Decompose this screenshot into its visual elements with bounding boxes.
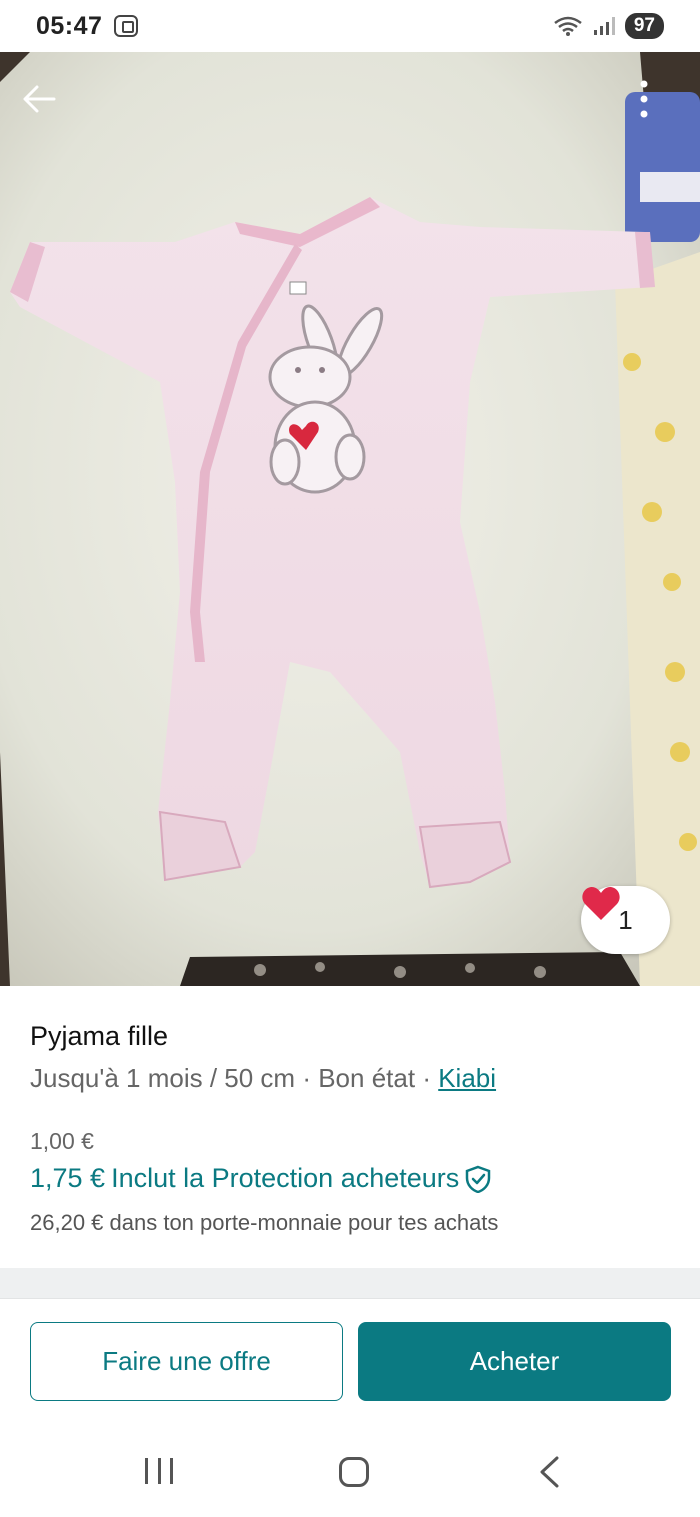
status-bar: 05:47 97 bbox=[0, 0, 700, 52]
battery-badge: 97 bbox=[624, 13, 664, 39]
section-divider bbox=[0, 1268, 700, 1298]
price-total-row[interactable]: 1,75 € Inclut la Protection acheteurs bbox=[30, 1163, 491, 1194]
wifi-icon bbox=[554, 16, 582, 36]
back-button[interactable] bbox=[22, 84, 62, 124]
signal-icon bbox=[593, 17, 615, 35]
item-details: Pyjama fille Jusqu'à 1 mois / 50 cm · Bo… bbox=[0, 986, 700, 1268]
nav-back-icon[interactable] bbox=[538, 1456, 560, 1488]
recent-apps-icon[interactable] bbox=[145, 1458, 173, 1484]
item-meta: Jusqu'à 1 mois / 50 cm · Bon état · Kiab… bbox=[30, 1063, 496, 1094]
shield-check-icon bbox=[466, 1165, 491, 1193]
more-options-button[interactable] bbox=[640, 80, 670, 124]
wallet-balance-text: 26,20 € dans ton porte-monnaie pour tes … bbox=[30, 1210, 499, 1235]
heart-icon bbox=[582, 887, 620, 920]
buy-button[interactable]: Acheter bbox=[358, 1322, 671, 1401]
system-nav-bar bbox=[0, 1420, 700, 1517]
product-photo-image bbox=[0, 52, 700, 986]
item-size: Jusqu'à 1 mois / 50 cm bbox=[30, 1063, 296, 1093]
meta-separator: · bbox=[422, 1063, 431, 1093]
like-button[interactable]: 1 bbox=[581, 886, 670, 954]
back-arrow-icon bbox=[23, 85, 56, 113]
status-right-group: 97 bbox=[553, 13, 664, 39]
buyer-protection-label: Inclut la Protection acheteurs bbox=[111, 1163, 460, 1193]
price-base: 1,00 € bbox=[30, 1128, 94, 1154]
item-condition: Bon état bbox=[318, 1063, 416, 1093]
screenshot-icon bbox=[114, 15, 139, 37]
item-title: Pyjama fille bbox=[30, 1021, 169, 1051]
item-brand-link[interactable]: Kiabi bbox=[438, 1063, 496, 1093]
home-icon[interactable] bbox=[339, 1457, 369, 1487]
more-vertical-icon bbox=[640, 80, 648, 118]
price-total: 1,75 € bbox=[30, 1163, 106, 1193]
status-time: 05:47 bbox=[36, 11, 103, 40]
meta-separator: · bbox=[302, 1063, 311, 1093]
product-photo[interactable]: 1 bbox=[0, 52, 700, 986]
action-bar: Faire une offre Acheter bbox=[0, 1298, 700, 1420]
make-offer-button[interactable]: Faire une offre bbox=[30, 1322, 343, 1401]
